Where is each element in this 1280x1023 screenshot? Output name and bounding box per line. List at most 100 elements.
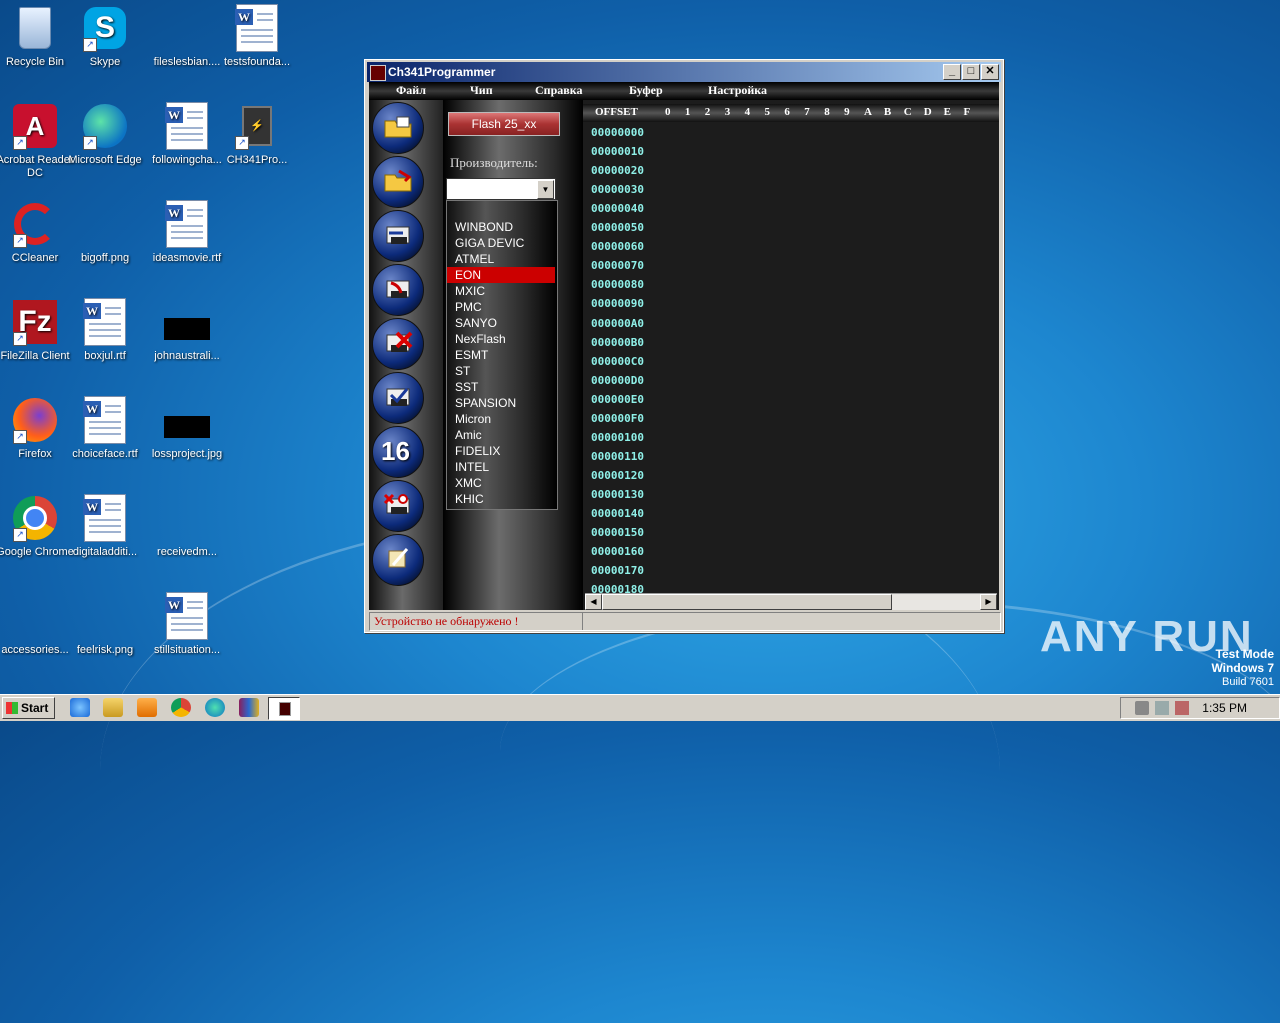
desktop-icon[interactable]: bigoff.png xyxy=(64,200,146,265)
erase-chip-button[interactable] xyxy=(372,318,424,370)
explorer-icon[interactable] xyxy=(103,698,123,717)
desktop-icon[interactable]: S ↗ Skype xyxy=(64,4,146,69)
desktop-icon[interactable]: Wchoiceface.rtf xyxy=(64,396,146,461)
hex-column-header: 0 xyxy=(665,106,671,118)
read-chip-button[interactable] xyxy=(372,210,424,262)
chrome-icon: ↗ xyxy=(11,494,59,542)
winrar-icon[interactable] xyxy=(239,698,259,717)
desktop-icon[interactable]: Wboxjul.rtf xyxy=(64,298,146,363)
maximize-button[interactable]: □ xyxy=(962,64,980,80)
scroll-right-icon[interactable]: ▶ xyxy=(980,594,997,610)
start-label: Start xyxy=(21,701,49,715)
chip-type-button[interactable]: Flash 25_xx xyxy=(448,112,560,136)
manufacturer-option[interactable]: GIGA DEVIC xyxy=(447,235,555,251)
manufacturer-option[interactable]: NexFlash xyxy=(447,331,555,347)
shortcut-arrow-icon: ↗ xyxy=(13,332,27,346)
desktop-icon[interactable]: Wdigitaladditi... xyxy=(64,494,146,559)
start-button[interactable]: Start xyxy=(2,697,55,719)
manufacturer-option[interactable]: KHIC xyxy=(447,491,555,507)
manufacturer-option[interactable]: Micron xyxy=(447,411,555,427)
blank-file-icon xyxy=(11,592,59,640)
minimize-button[interactable]: _ xyxy=(943,64,961,80)
desktop-icon[interactable]: Wideasmovie.rtf xyxy=(146,200,228,265)
hex-column-header: 6 xyxy=(784,106,790,118)
ch341-task-button[interactable] xyxy=(268,697,300,720)
open-file-button[interactable] xyxy=(372,102,424,154)
network-icon[interactable] xyxy=(1155,701,1169,715)
media-player-icon[interactable] xyxy=(137,698,157,717)
offset-row: 000000F0 xyxy=(591,411,644,425)
manufacturer-option[interactable]: WINBOND xyxy=(447,219,555,235)
manufacturer-option[interactable]: SANYO xyxy=(447,315,555,331)
verify-chip-button[interactable] xyxy=(372,372,424,424)
manufacturer-option[interactable]: ATMEL xyxy=(447,251,555,267)
manufacturer-option[interactable]: ESMT xyxy=(447,347,555,363)
desktop-icon-label: bigoff.png xyxy=(80,252,130,264)
manufacturer-label: Производитель: xyxy=(450,155,538,170)
offset-row: 00000150 xyxy=(591,526,644,540)
desktop-icon[interactable]: lossproject.jpg xyxy=(146,396,228,461)
hex-editor[interactable]: OFFSET 0 1 2 3 4 5 6 7 8 9 ABCDEF 00000000 00000010… xyxy=(583,100,999,610)
manufacturer-option[interactable]: PMC xyxy=(447,299,555,315)
offset-row: 00000130 xyxy=(591,487,644,501)
close-button[interactable]: ✕ xyxy=(981,64,999,80)
manufacturer-select[interactable]: ▼ xyxy=(446,178,556,200)
chevron-down-icon[interactable]: ▼ xyxy=(537,180,554,199)
desktop-icon[interactable]: ↗ Microsoft Edge xyxy=(64,102,146,167)
volume-icon[interactable] xyxy=(1135,701,1149,715)
word-doc-icon: W xyxy=(163,592,211,640)
menu-settings[interactable]: Настройка xyxy=(708,83,767,98)
write-chip-button[interactable] xyxy=(372,264,424,316)
manufacturer-option[interactable]: INTEL xyxy=(447,459,555,475)
hex-16-button[interactable]: 16 xyxy=(372,426,424,478)
windows-flag-icon xyxy=(6,702,18,714)
menu-buffer[interactable]: Буфер xyxy=(629,83,663,98)
hex-column-header: F xyxy=(963,106,971,118)
manufacturer-dropdown-list: WINBOND GIGA DEVIC ATMEL EON MXIC PMC SANYO Nex… xyxy=(446,200,558,510)
scroll-left-icon[interactable]: ◀ xyxy=(585,594,602,610)
manufacturer-option[interactable]: ST xyxy=(447,363,555,379)
desktop-icon-label: choiceface.rtf xyxy=(72,448,138,460)
scroll-thumb[interactable] xyxy=(602,594,892,610)
menu-file[interactable]: Файл xyxy=(396,83,426,98)
desktop-icon[interactable]: Wstillsituation... xyxy=(146,592,228,657)
menu-chip[interactable]: Чип xyxy=(470,83,493,98)
action-center-icon[interactable] xyxy=(1175,701,1189,715)
offset-row: 00000090 xyxy=(591,297,644,311)
edge-icon[interactable] xyxy=(205,698,225,717)
os-label: Windows 7 xyxy=(1211,661,1274,675)
about-button[interactable] xyxy=(372,534,424,586)
manufacturer-option[interactable]: Amic xyxy=(447,427,555,443)
status-divider xyxy=(582,613,583,630)
hex-column-header: 3 xyxy=(724,106,731,118)
shortcut-arrow-icon: ↗ xyxy=(13,528,27,542)
chrome-icon[interactable] xyxy=(171,698,191,717)
manufacturer-option[interactable]: SST xyxy=(447,379,555,395)
desktop-icon[interactable]: johnaustrali... xyxy=(146,298,228,363)
auto-program-button[interactable] xyxy=(372,480,424,532)
recycle-bin-icon xyxy=(11,4,59,52)
manufacturer-option[interactable]: FIDELIX xyxy=(447,443,555,459)
desktop-icon[interactable]: feelrisk.png xyxy=(64,592,146,657)
manufacturer-option[interactable]: SPANSION xyxy=(447,395,555,411)
title-bar[interactable]: Ch341Programmer _ □ ✕ xyxy=(367,62,1001,82)
offset-row: 00000050 xyxy=(591,221,644,235)
read-chip-icon xyxy=(386,226,410,244)
desktop-icon[interactable]: Wtestsfounda... xyxy=(216,4,298,69)
desktop-icon[interactable]: receivedm... xyxy=(146,494,228,559)
clock[interactable]: 1:35 PM xyxy=(1202,701,1247,715)
manufacturer-option[interactable]: XMC xyxy=(447,475,555,491)
ch341-task-icon xyxy=(279,702,291,716)
shortcut-arrow-icon: ↗ xyxy=(13,430,27,444)
horizontal-scrollbar[interactable]: ◀ ▶ xyxy=(585,593,997,610)
desktop-icon[interactable]: ⚡ ↗ CH341Pro... xyxy=(216,102,298,167)
ch341-icon: ⚡ ↗ xyxy=(233,102,281,150)
ie-icon[interactable] xyxy=(70,698,90,717)
manufacturer-option[interactable]: EON xyxy=(447,267,555,283)
word-doc-icon: W xyxy=(163,102,211,150)
manufacturer-option[interactable]: MXIC xyxy=(447,283,555,299)
save-file-button[interactable] xyxy=(372,156,424,208)
hex-column-header: 5 xyxy=(764,106,771,118)
offset-row: 00000020 xyxy=(591,164,644,178)
menu-help[interactable]: Справка xyxy=(535,83,582,98)
